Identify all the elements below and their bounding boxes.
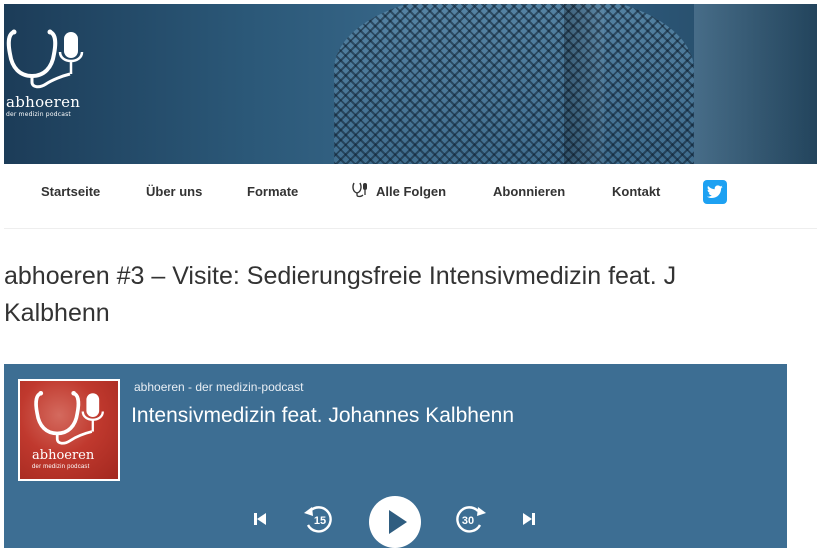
logo-tagline: der medizin podcast — [6, 111, 71, 118]
nav-item-label: Alle Folgen — [376, 184, 447, 199]
fast-forward-icon: 30 — [456, 506, 486, 533]
forward-seconds: 30 — [462, 515, 474, 527]
site-logo[interactable]: abhoeren der medizin podcast — [4, 24, 94, 124]
twitter-icon — [707, 185, 723, 198]
stethoscope-logo-icon — [6, 29, 84, 89]
stethoscope-logo-icon — [34, 391, 104, 445]
logo-name: abhoeren — [6, 93, 81, 111]
play-button[interactable] — [369, 496, 421, 548]
page-title-line-2: Kalbhenn — [4, 299, 110, 327]
cover-tagline: der medizin podcast — [32, 464, 90, 470]
rewind-icon: 15 — [304, 506, 332, 533]
nav-item-formate[interactable]: Formate — [247, 184, 298, 199]
page-title: abhoeren #3 – Visite: Sedierungsfreie In… — [4, 258, 817, 332]
play-icon — [389, 510, 407, 534]
nav-item-startseite[interactable]: Startseite — [41, 184, 100, 199]
show-name: abhoeren - der medizin-podcast — [134, 380, 304, 394]
main-navigation: Startseite Über uns Formate Alle Folgen … — [4, 165, 817, 229]
nav-item-kontakt[interactable]: Kontakt — [612, 184, 660, 199]
next-button[interactable] — [521, 511, 537, 532]
stethoscope-icon — [352, 182, 367, 198]
nav-item-alle-folgen[interactable]: Alle Folgen — [352, 182, 447, 199]
skip-next-icon — [523, 513, 535, 525]
forward-30-button[interactable]: 30 — [452, 503, 488, 540]
previous-button[interactable] — [252, 511, 268, 532]
page-title-line-1: abhoeren #3 – Visite: Sedierungsfreie In… — [4, 262, 677, 290]
nav-item-ueber-uns[interactable]: Über uns — [146, 184, 202, 199]
cover-name: abhoeren — [32, 448, 95, 463]
microphone-image — [334, 4, 694, 164]
skip-previous-icon — [254, 513, 266, 525]
rewind-seconds: 15 — [314, 515, 326, 527]
episode-cover: abhoeren der medizin podcast — [18, 379, 120, 481]
rewind-15-button[interactable]: 15 — [302, 503, 336, 540]
header-banner: abhoeren der medizin podcast — [4, 4, 817, 164]
twitter-button[interactable] — [703, 180, 727, 204]
episode-title: abhoeren #3 – Visite: Sedierungsfreie In… — [132, 404, 514, 427]
nav-item-abonnieren[interactable]: Abonnieren — [493, 184, 565, 199]
podcast-player: abhoeren der medizin podcast abhoeren - … — [4, 364, 787, 548]
episode-title-marquee: abhoeren #3 – Visite: Sedierungsfreie In… — [132, 402, 772, 436]
